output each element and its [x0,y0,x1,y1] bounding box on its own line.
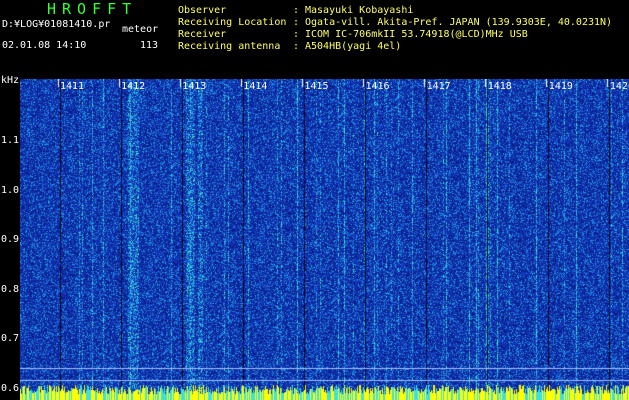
receiver-separator: : [293,29,300,40]
antenna-label: Receiving antenna [178,41,281,52]
observer-label: Observer [178,5,227,16]
observer-separator: : [293,5,300,16]
x-tick-label: 1415 [304,81,329,92]
y-tick-label: 1.0 [1,184,20,196]
app-title: HROFFT [47,0,138,18]
antenna-value: A504HB(yagi 4el) [305,41,402,52]
x-tick-label: 1419 [548,81,573,92]
x-tick-label: 1420 [609,81,629,92]
x-tick-label: 1412 [121,81,146,92]
frame-count: 113 [140,40,159,51]
y-tick-label: 1.1 [1,135,20,146]
x-tick-label: 1411 [60,81,85,92]
x-tick-label: 1413 [182,81,207,92]
receiver-value: ICOM IC-706mkII 53.74918(@LCD)MHz USB [305,29,528,40]
location-label: Receiving Location [178,17,287,28]
mode-label: meteor [122,24,159,35]
y-tick-label: 0.9 [1,234,20,246]
location-separator: : [293,17,300,28]
x-tick-label: 1414 [243,81,268,92]
antenna-separator: : [293,41,300,52]
x-tick-label: 1417 [426,81,451,92]
timestamp: 02.01.08 14:10 [2,40,87,51]
x-tick-label: 1418 [487,81,512,92]
log-file-path: D:¥LOG¥01081410.pr [2,19,111,30]
x-tick-label: 1416 [365,81,390,92]
observer-value: Masayuki Kobayashi [305,5,414,16]
y-axis-unit: kHz [1,75,20,86]
y-tick-label: 0.6 [1,382,20,394]
receiver-label: Receiver [178,29,227,40]
spectrogram-canvas[interactable] [20,79,629,400]
y-tick-label: 0.7 [1,333,20,345]
location-value: Ogata-vill. Akita-Pref. JAPAN (139.9303E… [305,17,613,28]
y-tick-label: 0.8 [1,283,20,295]
hrofft-window: HROFFT D:¥LOG¥01081410.pr meteor 02.01.0… [0,0,629,400]
